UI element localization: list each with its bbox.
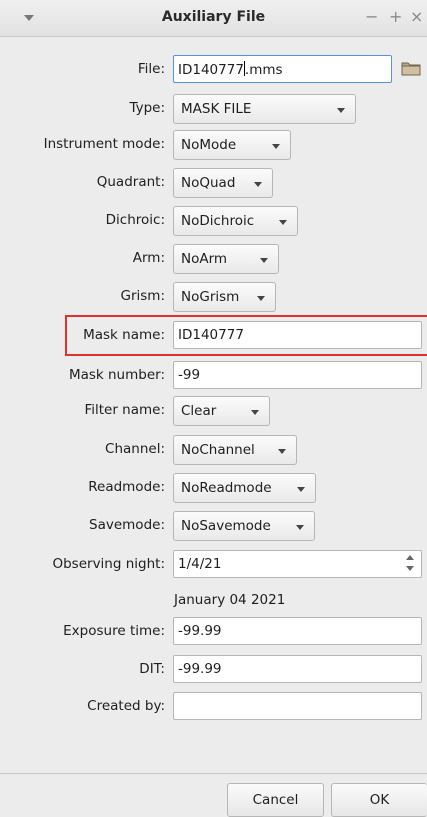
savemode-value: NoSavemode <box>181 518 271 534</box>
title-bar: Auxiliary File − + × <box>0 0 427 37</box>
window-title: Auxiliary File <box>161 9 266 25</box>
mask-number-value: -99 <box>178 367 201 383</box>
dichroic-value: NoDichroic <box>181 213 255 229</box>
savemode-label: Savemode: <box>89 517 165 533</box>
type-select[interactable]: MASK FILE <box>173 94 356 124</box>
file-label: File: <box>137 61 165 77</box>
chevron-down-icon <box>297 487 305 492</box>
channel-value: NoChannel <box>181 442 255 458</box>
dit-input[interactable]: -99.99 <box>173 655 422 683</box>
type-value: MASK FILE <box>181 101 252 117</box>
exposure-time-input[interactable]: -99.99 <box>173 617 422 645</box>
dit-value: -99.99 <box>178 661 222 677</box>
observing-night-value: 1/4/21 <box>178 556 222 572</box>
arm-value: NoArm <box>181 251 228 267</box>
chevron-down-icon <box>251 410 259 415</box>
dit-label: DIT: <box>139 661 165 677</box>
arm-select[interactable]: NoArm <box>173 244 279 274</box>
channel-select[interactable]: NoChannel <box>173 435 297 465</box>
file-input-text: ID140777 <box>178 62 244 78</box>
mask-name-input[interactable]: ID140777 <box>173 321 422 349</box>
readmode-label: Readmode: <box>88 479 165 495</box>
file-input-ext: .mms <box>244 62 283 78</box>
instrument-mode-value: NoMode <box>181 137 237 153</box>
chevron-down-icon <box>278 449 286 454</box>
dichroic-label: Dichroic: <box>105 212 165 228</box>
instrument-mode-label: Instrument mode: <box>43 136 165 152</box>
chevron-up-icon[interactable] <box>406 555 414 560</box>
close-button[interactable]: × <box>410 7 423 26</box>
dichroic-select[interactable]: NoDichroic <box>173 206 298 236</box>
exposure-time-value: -99.99 <box>178 623 222 639</box>
mask-number-label: Mask number: <box>68 367 165 383</box>
created-by-label: Created by: <box>87 698 165 714</box>
type-label: Type: <box>129 100 165 116</box>
chevron-down-icon <box>254 182 262 187</box>
chevron-down-icon <box>257 296 265 301</box>
chevron-down-icon <box>279 220 287 225</box>
observing-night-label: Observing night: <box>52 556 165 572</box>
grism-select[interactable]: NoGrism <box>173 282 276 312</box>
quadrant-select[interactable]: NoQuad <box>173 168 273 198</box>
readmode-value: NoReadmode <box>181 480 272 496</box>
maximize-button[interactable]: + <box>389 7 402 26</box>
cancel-button[interactable]: Cancel <box>227 783 324 817</box>
instrument-mode-select[interactable]: NoMode <box>173 130 291 160</box>
observing-night-long-date: January 04 2021 <box>174 592 286 608</box>
chevron-down-icon <box>296 525 304 530</box>
quadrant-value: NoQuad <box>181 175 236 191</box>
ok-button[interactable]: OK <box>331 783 427 817</box>
mask-number-input[interactable]: -99 <box>173 361 422 389</box>
channel-label: Channel: <box>105 441 165 457</box>
file-input[interactable]: ID140777.mms <box>173 55 392 83</box>
mask-name-value: ID140777 <box>178 327 244 343</box>
chevron-down-icon[interactable] <box>406 566 414 571</box>
chevron-down-icon <box>337 108 345 113</box>
date-spinner[interactable] <box>401 551 420 577</box>
filter-name-value: Clear <box>181 403 217 419</box>
readmode-select[interactable]: NoReadmode <box>173 473 316 503</box>
savemode-select[interactable]: NoSavemode <box>173 511 315 541</box>
filter-name-label: Filter name: <box>84 402 165 418</box>
created-by-input[interactable] <box>173 692 422 720</box>
mask-name-label: Mask name: <box>83 327 165 343</box>
observing-night-input[interactable]: 1/4/21 <box>173 550 422 578</box>
chevron-down-icon <box>260 258 268 263</box>
grism-label: Grism: <box>120 288 166 304</box>
arm-label: Arm: <box>132 250 165 266</box>
minimize-button[interactable]: − <box>365 7 378 26</box>
grism-value: NoGrism <box>181 289 240 305</box>
folder-icon[interactable] <box>401 61 421 76</box>
chevron-down-icon <box>272 144 280 149</box>
filter-name-select[interactable]: Clear <box>173 396 270 426</box>
quadrant-label: Quadrant: <box>96 174 165 190</box>
exposure-time-label: Exposure time: <box>63 623 165 639</box>
